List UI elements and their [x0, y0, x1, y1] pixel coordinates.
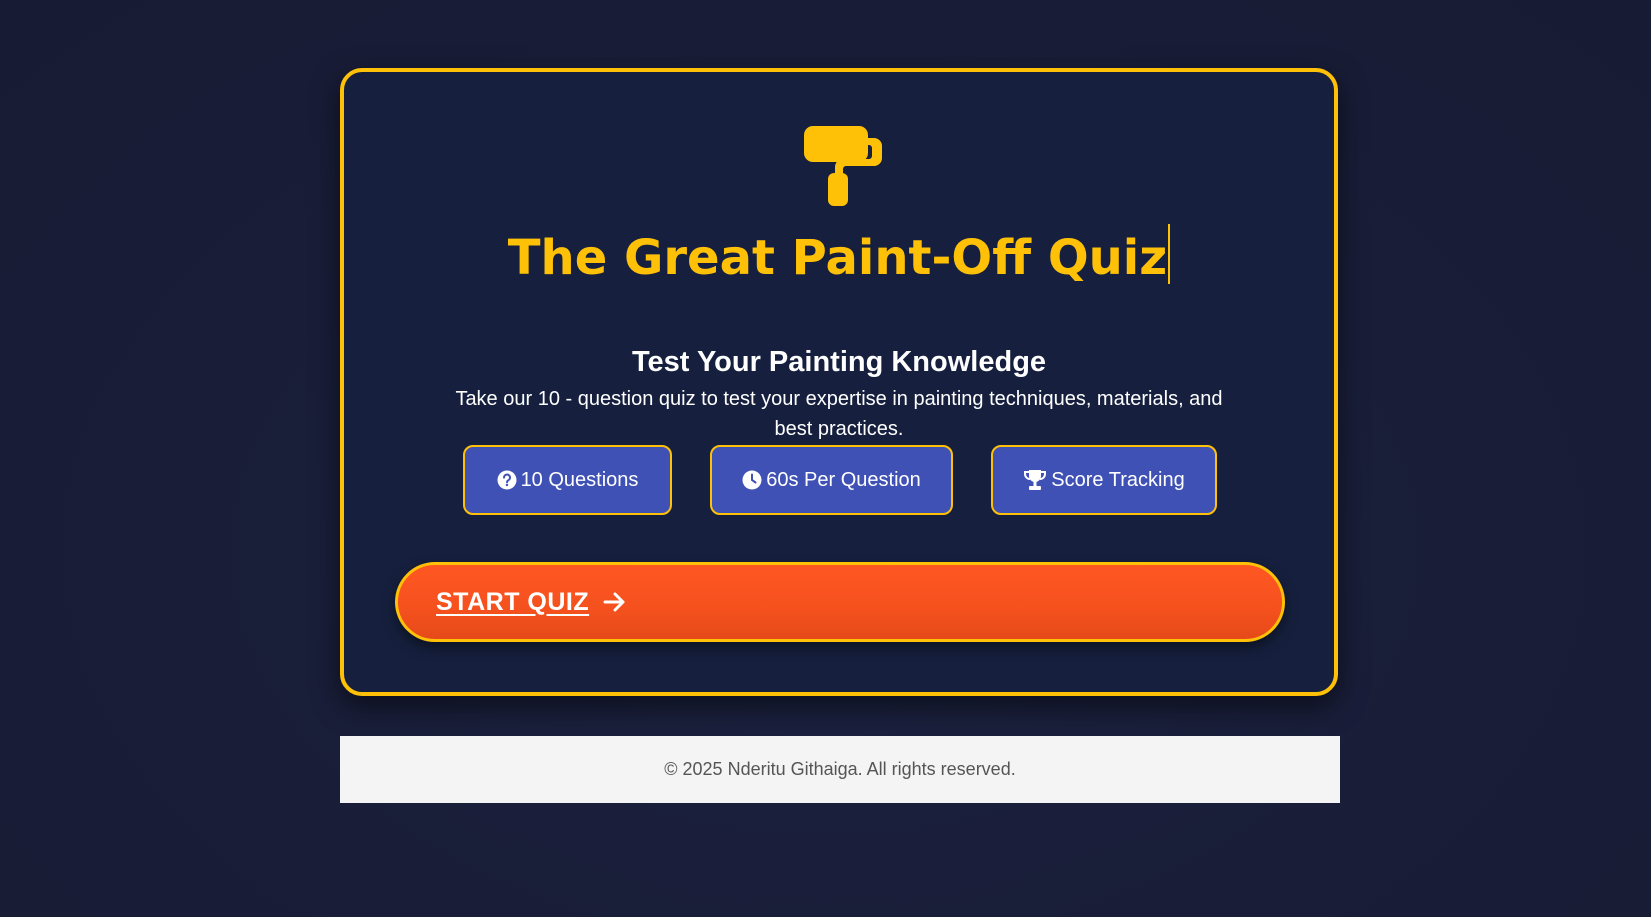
feature-questions-label: 10 Questions	[520, 468, 639, 491]
feature-timer-label: 60s Per Question	[766, 468, 921, 491]
feature-timer-badge: 60s Per Question	[710, 445, 953, 515]
quiz-title-text: The Great Paint-Off Quiz	[507, 230, 1168, 286]
paint-roller-icon	[804, 126, 882, 206]
footer: © 2025 Nderitu Githaiga. All rights rese…	[340, 736, 1340, 803]
start-quiz-label: START QUIZ	[436, 587, 590, 616]
quiz-subtitle: Test Your Painting Knowledge	[631, 346, 1047, 378]
quiz-title: The Great Paint-Off Quiz	[344, 224, 1334, 290]
trophy-icon	[1024, 470, 1047, 490]
footer-copyright: © 2025 Nderitu Githaiga. All rights rese…	[664, 759, 1016, 779]
feature-score-badge: Score Tracking	[991, 445, 1217, 515]
question-circle-icon	[497, 470, 517, 490]
feature-score-label: Score Tracking	[1051, 468, 1185, 491]
quiz-card: The Great Paint-Off Quiz Test Your Paint…	[340, 68, 1338, 696]
feature-questions-badge: 10 Questions	[463, 445, 672, 515]
arrow-right-icon	[603, 592, 625, 612]
clock-icon	[742, 470, 762, 490]
text-cursor	[1168, 224, 1171, 284]
quiz-description: Take our 10 - question quiz to test your…	[455, 388, 1223, 440]
start-quiz-button[interactable]: START QUIZ	[395, 562, 1285, 642]
